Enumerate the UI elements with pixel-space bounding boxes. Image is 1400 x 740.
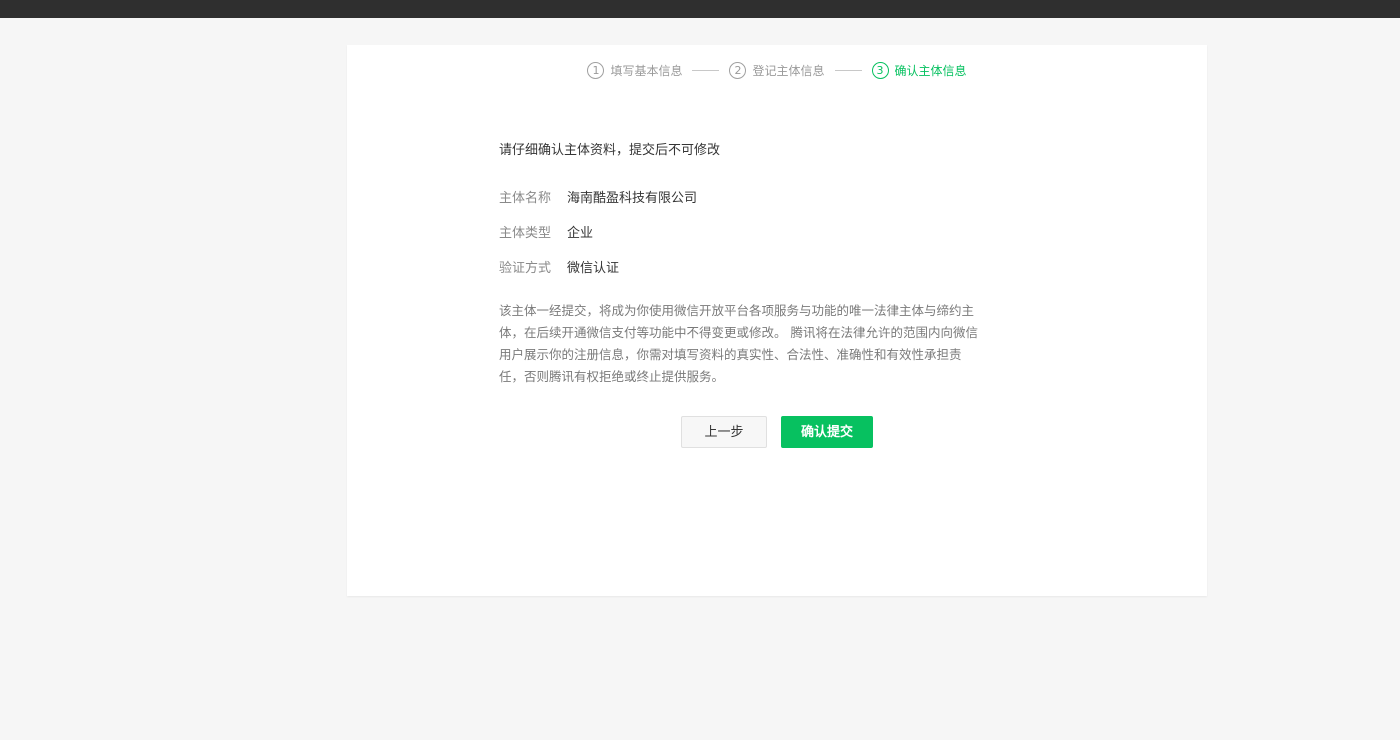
info-row-entity-name: 主体名称 海南酷盈科技有限公司 (499, 190, 979, 208)
step-3: 3 确认主体信息 (871, 62, 967, 79)
info-label: 验证方式 (499, 261, 552, 276)
legal-description: 该主体一经提交，将成为你使用微信开放平台各项服务与功能的唯一法律主体与缔约主体，… (499, 303, 978, 384)
step-divider (692, 70, 720, 71)
confirm-submit-button[interactable]: 确认提交 (781, 416, 873, 448)
step-indicator: 1 填写基本信息 2 登记主体信息 3 确认主体信息 (347, 62, 1207, 79)
action-buttons: 上一步 确认提交 (347, 416, 1207, 448)
info-label: 主体类型 (499, 226, 552, 241)
info-value: 海南酷盈科技有限公司 (567, 191, 698, 206)
step-3-label: 确认主体信息 (894, 64, 967, 78)
confirm-card: 1 填写基本信息 2 登记主体信息 3 确认主体信息 请仔细确认主体资料，提交后… (347, 45, 1207, 596)
notice-text: 请仔细确认主体资料，提交后不可修改 (499, 143, 721, 158)
top-bar (0, 0, 1400, 18)
info-row-verify-method: 验证方式 微信认证 (499, 260, 979, 278)
info-row-entity-type: 主体类型 企业 (499, 225, 979, 243)
info-label: 主体名称 (499, 191, 552, 206)
step-1: 1 填写基本信息 (587, 62, 682, 79)
step-2-label: 登记主体信息 (752, 64, 825, 78)
step-3-number: 3 (871, 62, 889, 79)
step-2-number: 2 (729, 62, 747, 79)
info-value: 微信认证 (567, 261, 620, 276)
step-divider (834, 70, 862, 71)
prev-step-button[interactable]: 上一步 (681, 416, 767, 448)
step-2: 2 登记主体信息 (729, 62, 825, 79)
step-1-number: 1 (587, 62, 605, 79)
confirm-content: 请仔细确认主体资料，提交后不可修改 主体名称 海南酷盈科技有限公司 主体类型 企… (499, 142, 979, 388)
info-value: 企业 (567, 226, 594, 241)
entity-info-list: 主体名称 海南酷盈科技有限公司 主体类型 企业 验证方式 微信认证 (499, 190, 979, 278)
step-1-label: 填写基本信息 (610, 64, 683, 78)
